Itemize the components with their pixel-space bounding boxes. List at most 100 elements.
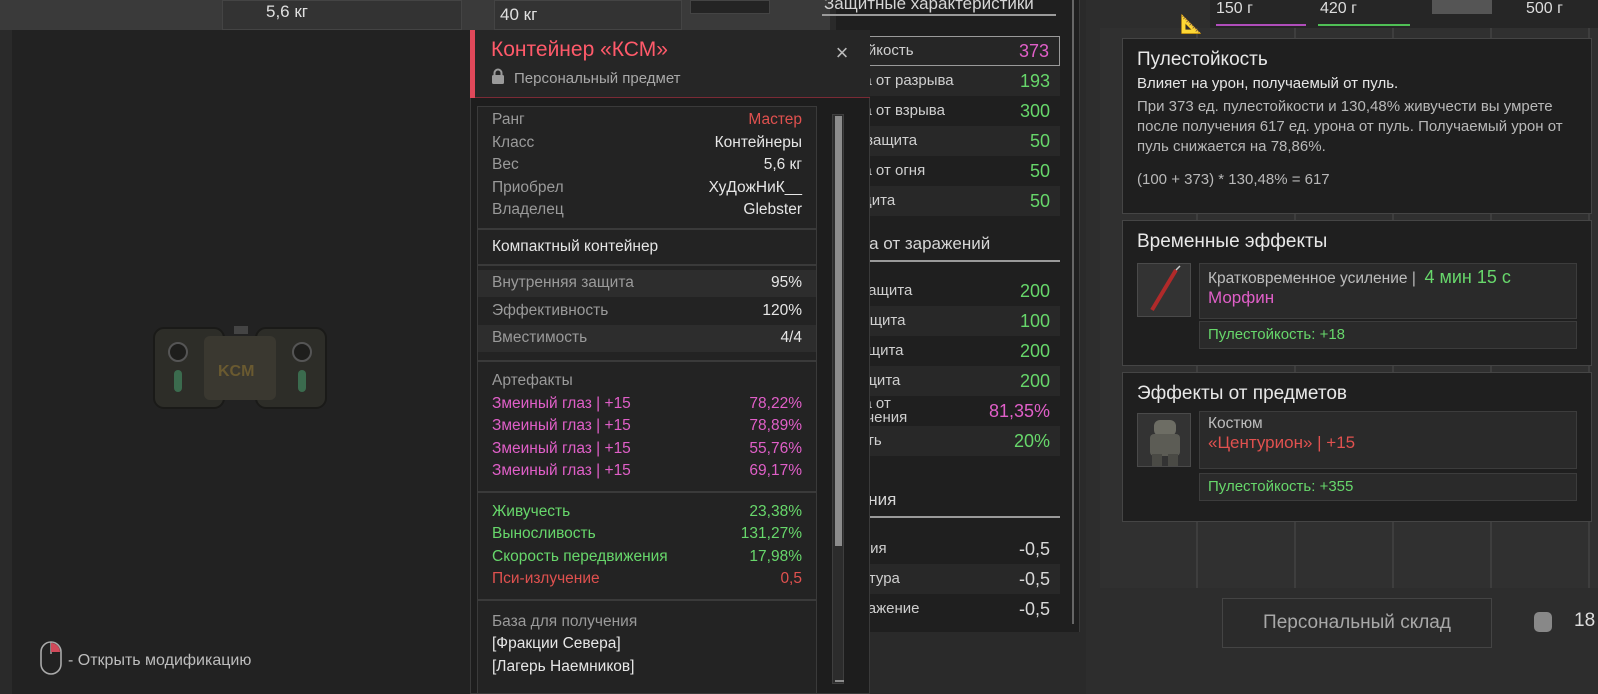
inventory-cell[interactable] [222, 0, 462, 30]
info-row: Ранг Мастер [492, 109, 802, 132]
rank-accent-bar [470, 30, 475, 98]
weight-label: 500 г [1526, 0, 1563, 17]
artifact-row-value: 69,17% [749, 462, 802, 480]
artifacts-title: Артефакты [492, 372, 573, 390]
stat-row-label: Эффективность [492, 301, 609, 319]
stat-row-value: 120% [762, 301, 802, 319]
info-row-value: Мастер [748, 111, 802, 129]
effect-row: Пси-излучение 0,5 [492, 568, 802, 591]
stat-row-value: 4/4 [780, 329, 802, 347]
suit-icon [1137, 413, 1191, 467]
artifact-row: Змеиный глаз | +15 69,17% [492, 460, 802, 483]
info-row-value: 5,6 кг [763, 156, 802, 174]
item-effects-panel: Эффекты от предметов Костюм «Центурион» … [1122, 372, 1592, 522]
close-button[interactable]: × [832, 42, 852, 64]
stat-row: Эффективность 120% [478, 297, 816, 325]
infection-row-value: 200 [1019, 370, 1050, 391]
stat-row-label: Внутренняя защита [492, 274, 634, 292]
info-row-value: Контейнеры [714, 133, 802, 151]
svg-text:KCM: KCM [218, 363, 254, 380]
ruler-icon: 📐 [1180, 14, 1203, 34]
weight-label: 150 г [1216, 0, 1253, 17]
effect-type: Кратковременное усиление | [1208, 270, 1416, 287]
item-title: Контейнер «КСМ» [491, 38, 668, 61]
effect-duration: 4 мин 15 с [1424, 267, 1511, 287]
personal-item-label: Персональный предмет [514, 70, 681, 87]
artifacts-section: Артефакты Змеиный глаз | +15 78,22% Змеины… [478, 362, 816, 493]
weight-label: 40 кг [500, 5, 538, 24]
weight-icon [1534, 612, 1552, 632]
artifact-row-value: 78,89% [749, 417, 802, 435]
protection-row-value: 50 [1029, 160, 1050, 181]
protection-scrollbar[interactable] [1072, 0, 1074, 624]
weight-label: 420 г [1320, 0, 1357, 17]
info-row: Владелец Glebster [492, 199, 802, 222]
stat-row-value: 95% [770, 274, 802, 292]
container-ksm-image: KCM [148, 318, 332, 418]
inventory-cell[interactable] [690, 0, 770, 14]
mouse-icon [40, 641, 62, 680]
bullet-resistance-tooltip: Пулестойкость Влияет на урон, получаемый… [1122, 38, 1592, 214]
effect-row-value: 131,27% [740, 525, 802, 543]
info-row-label: Владелец [492, 201, 564, 219]
item-effect-name: «Центурион» | +15 [1208, 433, 1356, 452]
item-effect-type: Костюм [1208, 415, 1263, 432]
temporary-effects-panel: Временные эффекты Кратковременное усилен… [1122, 220, 1592, 366]
protection-row-value: 300 [1019, 100, 1050, 121]
effect-row-value: 0,5 [780, 570, 802, 588]
artifact-row: Змеиный глаз | +15 78,89% [492, 415, 802, 438]
info-row-value: ХуДожНиК__ [708, 178, 802, 196]
item-details: Ранг Мастер Класс Контейнеры Вес 5,6 кг Приобр… [477, 106, 817, 694]
temporary-effects-title: Временные эффекты [1137, 231, 1328, 252]
info-row: Приобрел ХуДожНиК__ [492, 177, 802, 200]
stat-row-label: Вместимость [492, 329, 588, 347]
lock-icon [491, 68, 505, 89]
artifact-row-label: Змеиный глаз | +15 [492, 394, 631, 412]
effect-name: Морфин [1208, 288, 1275, 307]
temporary-effect-card: Кратковременное усиление | 4 мин 15 с Мо… [1199, 263, 1577, 319]
protection-row-value: 50 [1029, 130, 1050, 151]
modification-hint: - Открыть модификацию [40, 641, 251, 680]
item-bonus: Пулестойкость: +355 [1208, 478, 1354, 495]
infection-row-value: 100 [1019, 310, 1050, 331]
infection-row-value: 200 [1019, 340, 1050, 361]
effect-row-label: Скорость передвижения [492, 547, 668, 565]
base-section: База для получения [Фракции Севера] [Лаг… [478, 601, 816, 679]
damage-row-value: -0,5 [1018, 598, 1050, 619]
protection-panel: Защитные характеристики естойкость 373 щит… [822, 0, 1080, 632]
effect-row: Живучесть 23,38% [492, 501, 802, 524]
tooltip-body: При 373 ед. пулестойкости и 130,48% живу… [1137, 98, 1563, 155]
artifact-row: Змеиный глаз | +15 78,22% [492, 393, 802, 416]
effect-row: Скорость передвижения 17,98% [492, 546, 802, 569]
infection-row-value: 200 [1019, 280, 1050, 301]
effect-row: Выносливость 131,27% [492, 523, 802, 546]
stat-row: Вместимость 4/4 [478, 324, 816, 352]
protection-row-value: 50 [1029, 190, 1050, 211]
card-scroll-thumb[interactable] [835, 116, 842, 546]
hint-text: - Открыть модификацию [68, 651, 252, 669]
artifact-row: Змеиный глаз | +15 55,76% [492, 438, 802, 461]
personal-storage-button[interactable]: Персональный склад [1222, 598, 1492, 648]
artifact-row-label: Змеиный глаз | +15 [492, 462, 631, 480]
infection-row-value: 81,35% [988, 400, 1050, 421]
info-row-label: Приобрел [492, 178, 564, 196]
info-row-label: Вес [492, 156, 519, 174]
storage-count: 18 [1574, 610, 1596, 631]
info-row-label: Ранг [492, 111, 525, 129]
rarity-bar [1216, 24, 1306, 26]
protection-row-value: 373 [1018, 40, 1049, 61]
effect-row-value: 23,38% [749, 502, 802, 520]
info-row: Вес 5,6 кг [492, 154, 802, 177]
temporary-effect-bonus: Пулестойкость: +18 [1199, 321, 1577, 349]
item-thumbnail[interactable] [1432, 0, 1492, 14]
info-row-value: Glebster [743, 201, 802, 219]
item-effect-card: Костюм «Центурион» | +15 [1199, 411, 1577, 469]
damage-row-value: -0,5 [1018, 568, 1050, 589]
stat-row: Внутренняя защита 95% [478, 269, 816, 297]
tooltip-formula: (100 + 373) * 130,48% = 617 [1137, 171, 1330, 188]
protection-title: Защитные характеристики [822, 0, 1056, 16]
artifact-row-value: 55,76% [749, 439, 802, 457]
effect-row-label: Выносливость [492, 525, 596, 543]
base-title: База для получения [492, 612, 638, 630]
item-subtitle: Персональный предмет [491, 68, 681, 89]
